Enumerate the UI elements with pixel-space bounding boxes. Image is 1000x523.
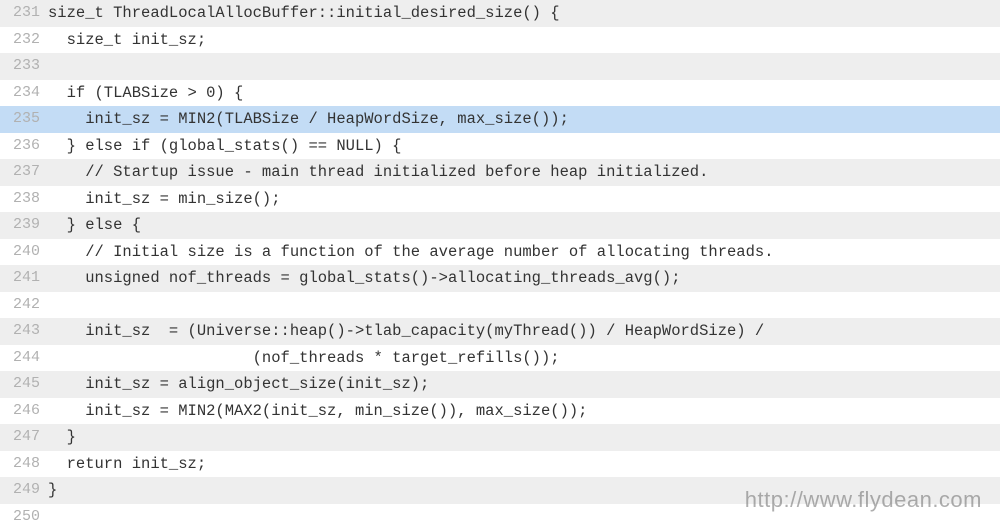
code-text: (nof_threads * target_refills()); bbox=[48, 345, 1000, 372]
code-line[interactable]: 234 if (TLABSize > 0) { bbox=[0, 80, 1000, 107]
line-number: 242 bbox=[0, 292, 48, 319]
code-line-highlighted[interactable]: 235 init_sz = MIN2(TLABSize / HeapWordSi… bbox=[0, 106, 1000, 133]
code-line[interactable]: 239 } else { bbox=[0, 212, 1000, 239]
code-text: init_sz = min_size(); bbox=[48, 186, 1000, 213]
code-text: if (TLABSize > 0) { bbox=[48, 80, 1000, 107]
code-line[interactable]: 244 (nof_threads * target_refills()); bbox=[0, 345, 1000, 372]
code-text: size_t init_sz; bbox=[48, 27, 1000, 54]
code-line[interactable]: 242 bbox=[0, 292, 1000, 319]
code-text: return init_sz; bbox=[48, 451, 1000, 478]
code-text: unsigned nof_threads = global_stats()->a… bbox=[48, 265, 1000, 292]
line-number: 246 bbox=[0, 398, 48, 425]
line-number: 245 bbox=[0, 371, 48, 398]
code-line[interactable]: 241 unsigned nof_threads = global_stats(… bbox=[0, 265, 1000, 292]
code-line[interactable]: 243 init_sz = (Universe::heap()->tlab_ca… bbox=[0, 318, 1000, 345]
code-line[interactable]: 233 bbox=[0, 53, 1000, 80]
line-number: 247 bbox=[0, 424, 48, 451]
code-text: // Initial size is a function of the ave… bbox=[48, 239, 1000, 266]
code-text: init_sz = MIN2(MAX2(init_sz, min_size())… bbox=[48, 398, 1000, 425]
code-line[interactable]: 250 bbox=[0, 504, 1000, 523]
line-number: 232 bbox=[0, 27, 48, 54]
code-line[interactable]: 232 size_t init_sz; bbox=[0, 27, 1000, 54]
code-view: 231 size_t ThreadLocalAllocBuffer::initi… bbox=[0, 0, 1000, 523]
line-number: 233 bbox=[0, 53, 48, 80]
code-line[interactable]: 248 return init_sz; bbox=[0, 451, 1000, 478]
code-text: init_sz = MIN2(TLABSize / HeapWordSize, … bbox=[48, 106, 1000, 133]
line-number: 250 bbox=[0, 504, 48, 523]
line-number: 234 bbox=[0, 80, 48, 107]
line-number: 238 bbox=[0, 186, 48, 213]
code-text: init_sz = align_object_size(init_sz); bbox=[48, 371, 1000, 398]
line-number: 239 bbox=[0, 212, 48, 239]
line-number: 231 bbox=[0, 0, 48, 27]
code-text: size_t ThreadLocalAllocBuffer::initial_d… bbox=[48, 0, 1000, 27]
line-number: 249 bbox=[0, 477, 48, 504]
code-text: } else if (global_stats() == NULL) { bbox=[48, 133, 1000, 160]
code-text: init_sz = (Universe::heap()->tlab_capaci… bbox=[48, 318, 1000, 345]
line-number: 243 bbox=[0, 318, 48, 345]
code-line[interactable]: 245 init_sz = align_object_size(init_sz)… bbox=[0, 371, 1000, 398]
code-text: // Startup issue - main thread initializ… bbox=[48, 159, 1000, 186]
line-number: 235 bbox=[0, 106, 48, 133]
code-line[interactable]: 238 init_sz = min_size(); bbox=[0, 186, 1000, 213]
code-line[interactable]: 237 // Startup issue - main thread initi… bbox=[0, 159, 1000, 186]
line-number: 236 bbox=[0, 133, 48, 160]
code-line[interactable]: 236 } else if (global_stats() == NULL) { bbox=[0, 133, 1000, 160]
code-text: } else { bbox=[48, 212, 1000, 239]
code-line[interactable]: 240 // Initial size is a function of the… bbox=[0, 239, 1000, 266]
line-number: 241 bbox=[0, 265, 48, 292]
code-text: } bbox=[48, 424, 1000, 451]
line-number: 240 bbox=[0, 239, 48, 266]
line-number: 237 bbox=[0, 159, 48, 186]
code-line[interactable]: 246 init_sz = MIN2(MAX2(init_sz, min_siz… bbox=[0, 398, 1000, 425]
line-number: 248 bbox=[0, 451, 48, 478]
line-number: 244 bbox=[0, 345, 48, 372]
code-line[interactable]: 231 size_t ThreadLocalAllocBuffer::initi… bbox=[0, 0, 1000, 27]
code-line[interactable]: 247 } bbox=[0, 424, 1000, 451]
code-line[interactable]: 249 } bbox=[0, 477, 1000, 504]
code-text: } bbox=[48, 477, 1000, 504]
